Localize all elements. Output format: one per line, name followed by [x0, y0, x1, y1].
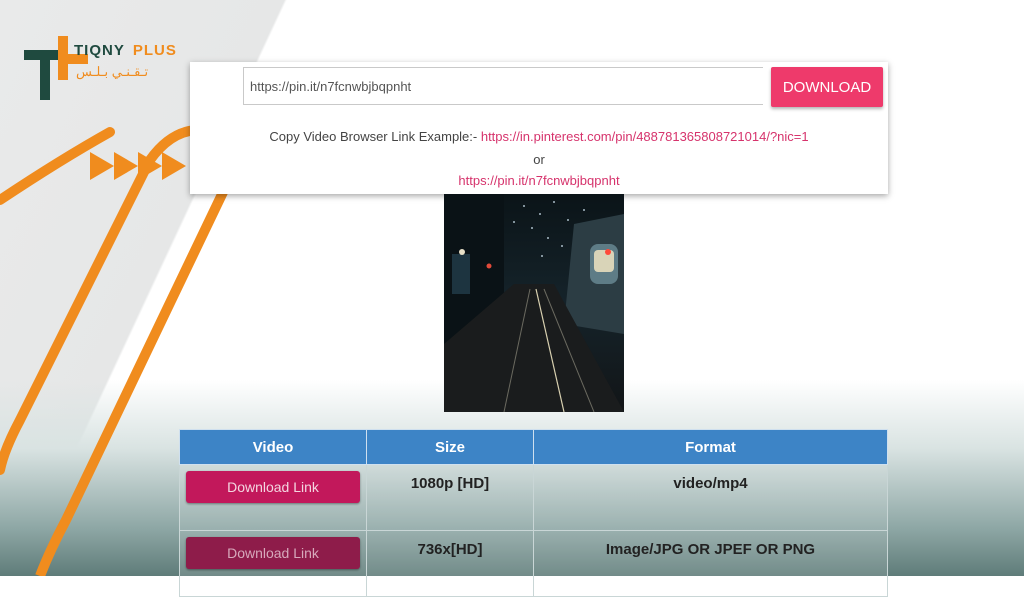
table-header-row: Video Size Format: [179, 429, 888, 465]
header-format: Format: [533, 429, 888, 465]
header-size: Size: [366, 429, 534, 465]
video-thumbnail[interactable]: [444, 194, 624, 412]
size-cell: 736x[HD]: [366, 530, 534, 597]
video-cell: Download Link: [179, 530, 367, 597]
brand-arabic-name: تـقـنـي بـلـس: [76, 64, 149, 79]
table-row: Download Link 736x[HD] Image/JPG OR JPEF…: [179, 530, 888, 597]
search-card: DOWNLOAD Copy Video Browser Link Example…: [190, 62, 888, 194]
video-preview-image: [444, 194, 624, 412]
url-input[interactable]: [243, 67, 763, 105]
help-example-line: Copy Video Browser Link Example:- https:…: [190, 129, 888, 144]
download-link-button-video[interactable]: Download Link: [186, 471, 360, 503]
download-link-button-image[interactable]: Download Link: [186, 537, 360, 569]
size-cell: 1080p [HD]: [366, 464, 534, 531]
table-row: Download Link 1080p [HD] video/mp4: [179, 464, 888, 531]
format-cell: Image/JPG OR JPEF OR PNG: [533, 530, 888, 597]
header-video: Video: [179, 429, 367, 465]
brand-name: TIQNY PLUS: [74, 42, 177, 59]
brand-name-accent: PLUS: [132, 42, 177, 59]
example-short-line: https://pin.it/n7fcnwbjbqpnht: [190, 173, 888, 188]
format-cell: video/mp4: [533, 464, 888, 531]
video-cell: Download Link: [179, 464, 367, 531]
help-prefix: Copy Video Browser Link Example:-: [269, 129, 481, 144]
example-long-link[interactable]: https://in.pinterest.com/pin/48878136580…: [481, 129, 809, 144]
example-short-link[interactable]: https://pin.it/n7fcnwbjbqpnht: [458, 173, 619, 188]
brand-name-main: TIQNY: [74, 42, 125, 59]
download-button[interactable]: DOWNLOAD: [771, 67, 883, 107]
or-text: or: [533, 152, 545, 167]
download-table: Video Size Format Download Link 1080p [H…: [179, 429, 888, 597]
